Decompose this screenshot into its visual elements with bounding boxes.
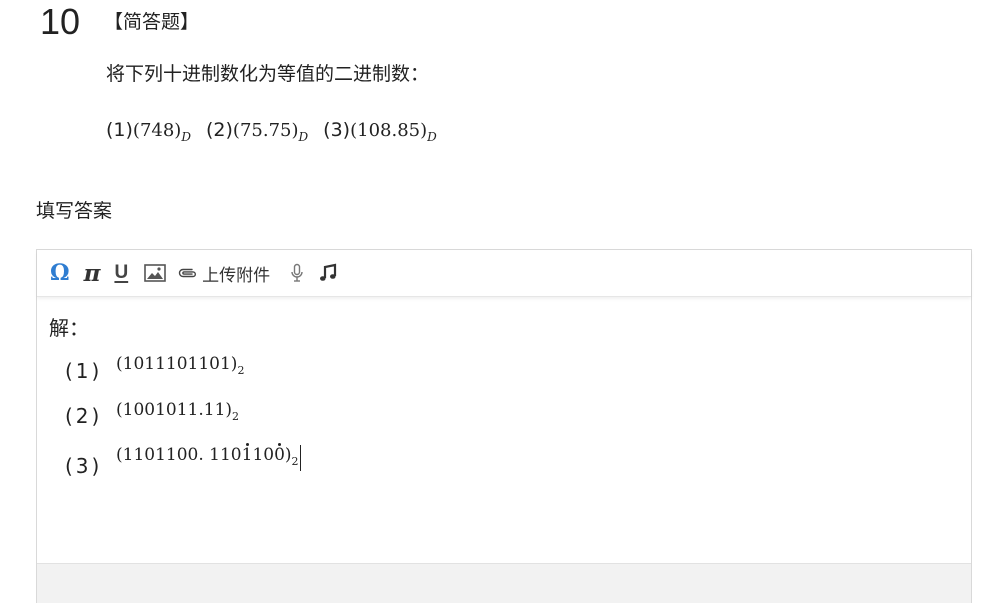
microphone-icon[interactable] — [290, 258, 304, 288]
image-icon[interactable] — [144, 258, 166, 288]
answer-line-value: (1001011.11)2 — [116, 399, 239, 423]
editor-toolbar: Ω π U 上传附件 — [37, 250, 971, 297]
question-item-value: (748) — [132, 120, 182, 141]
answer-value-text: ) — [284, 445, 292, 465]
answer-value-subscript: 2 — [291, 455, 299, 468]
underline-icon[interactable]: U — [114, 258, 128, 288]
question-item-value: (108.85) — [350, 120, 428, 141]
answer-section-label: 填写答案 — [36, 200, 113, 222]
omega-icon[interactable]: Ω — [50, 258, 70, 288]
answer-line-label: (3) — [65, 454, 103, 478]
answer-value-text: (1011101101) — [116, 354, 238, 374]
answer-heading: 解： — [49, 316, 89, 340]
question-item-subscript: D — [181, 130, 191, 144]
pi-icon[interactable]: π — [84, 258, 101, 288]
upload-attachment-button[interactable]: 上传附件 — [178, 258, 270, 288]
answer-value-subscript: 2 — [232, 410, 240, 423]
music-icon[interactable] — [318, 258, 338, 288]
repeating-digit-dot: 1 — [241, 443, 253, 465]
editor-footer-bar — [37, 563, 971, 603]
question-item: (2)(75.75)D — [206, 119, 314, 144]
answer-line-value: (1101100. 1101100)2 — [116, 443, 301, 471]
question-item-label: (3) — [323, 119, 351, 141]
answer-value-text: (1001011.11) — [116, 400, 233, 420]
answer-line-label: (2) — [65, 404, 103, 428]
question-prompt: 将下列十进制数化为等值的二进制数： — [106, 63, 430, 85]
question-item: (1)(748)D — [106, 119, 197, 144]
answer-value-subscript: 2 — [237, 364, 245, 377]
question-item-label: (2) — [206, 119, 233, 141]
question-item-subscript: D — [298, 130, 309, 144]
question-item-subscript: D — [427, 130, 437, 144]
question-items: (1)(748)D (2)(75.75)D (3)(108.85)D — [106, 117, 446, 145]
answer-value-text: (1101100. 110 — [116, 445, 242, 465]
repeating-digit-dot: 0 — [274, 443, 285, 465]
answer-value-text: 10 — [252, 445, 275, 465]
answer-editor: Ω π U 上传附件 解： (1) (1011101101)2 (2) (100… — [36, 249, 972, 603]
text-cursor — [299, 445, 301, 471]
question-item-value: (75.75) — [232, 120, 299, 141]
answer-line-label: (1) — [65, 359, 103, 383]
editor-content[interactable]: 解： (1) (1011101101)2 (2) (1001011.11)2 (… — [37, 297, 971, 563]
question-type-label: 【简答题】 — [104, 11, 200, 33]
upload-attachment-label: 上传附件 — [202, 265, 271, 286]
question-number: 10 — [40, 1, 81, 42]
question-item-label: (1) — [106, 119, 133, 141]
question-item: (3)(108.85)D — [323, 119, 437, 144]
answer-line-value: (1011101101)2 — [116, 353, 244, 377]
paperclip-icon — [178, 267, 198, 279]
